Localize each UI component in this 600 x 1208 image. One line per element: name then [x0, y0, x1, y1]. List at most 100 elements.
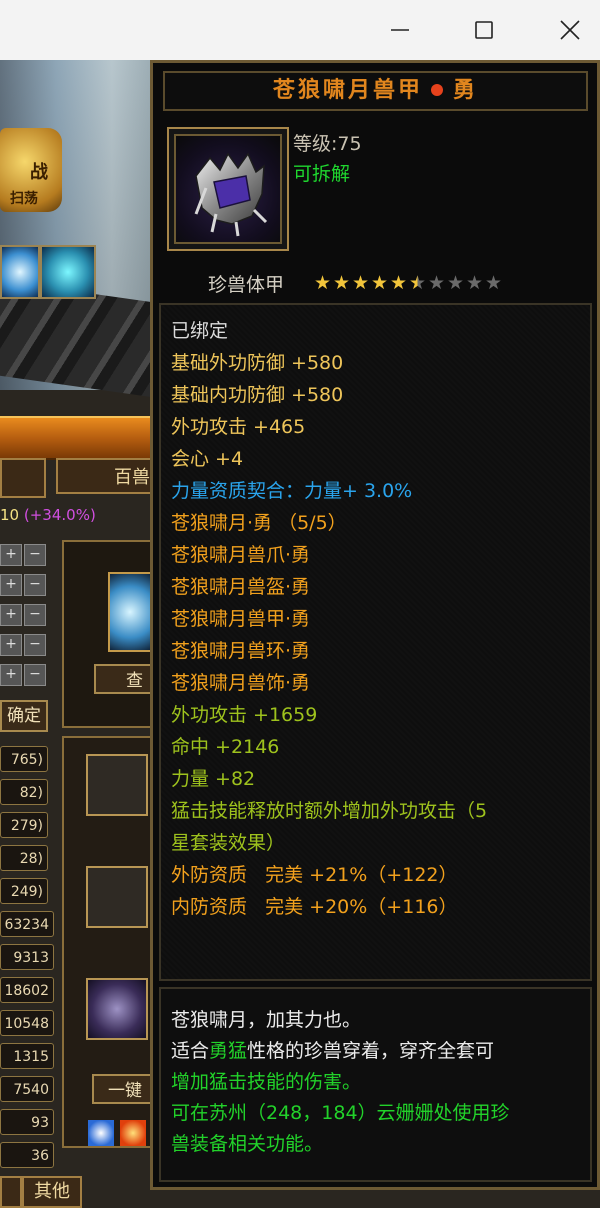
- tab-beast[interactable]: 百兽: [56, 458, 156, 494]
- flavor-line: 增加猛击技能的伤害。: [171, 1071, 362, 1093]
- star-icon: ★: [332, 272, 351, 294]
- attribute-line: 外功攻击 +1659: [171, 704, 318, 726]
- close-icon: [560, 20, 580, 40]
- stat-value: 249): [0, 878, 48, 904]
- attribute-line: 会心 +4: [171, 448, 244, 470]
- equip-slot-armor[interactable]: [86, 866, 148, 928]
- attribute-line: 内防资质 完美 +20%（+116）: [171, 896, 458, 918]
- ice-buff-icon[interactable]: [88, 1120, 114, 1146]
- badge-text: 战: [30, 162, 48, 183]
- star-icon: ★: [351, 272, 370, 294]
- stat-value: 9313: [0, 944, 54, 970]
- stat-value: 7540: [0, 1076, 54, 1102]
- plus-button[interactable]: +: [0, 664, 22, 686]
- close-button[interactable]: [554, 14, 586, 46]
- minus-button[interactable]: −: [24, 574, 46, 596]
- attribute-line: 力量资质契合：力量+ 3.0%: [171, 480, 413, 502]
- battle-badge-icon[interactable]: 扫荡 战: [0, 128, 62, 212]
- item-icon-frame: [167, 127, 289, 251]
- tab-other[interactable]: 其他: [22, 1176, 82, 1208]
- attribute-line: 外防资质 完美 +21%（+122）: [171, 864, 458, 886]
- stat-value: 10548: [0, 1010, 54, 1036]
- attribute-line: 命中 +2146: [171, 736, 280, 758]
- tab-beast-label: 百兽: [114, 467, 150, 488]
- attribute-line: 星套装效果）: [171, 832, 286, 854]
- attribute-line: 苍狼啸月·勇 （5/5）: [171, 512, 347, 534]
- minimize-button[interactable]: [384, 14, 416, 46]
- attribute-line: 猛击技能释放时额外增加外功攻击（5: [171, 800, 488, 822]
- equip-slot-orb[interactable]: [86, 978, 148, 1040]
- value-number: 10: [0, 506, 20, 524]
- star-icon: ★: [313, 272, 332, 294]
- personality-highlight: 勇猛: [209, 1040, 248, 1062]
- attribute-line: 已绑定: [171, 320, 229, 342]
- plus-button[interactable]: +: [0, 634, 22, 656]
- stat-value: 36: [0, 1142, 54, 1168]
- star-icon: ★: [389, 272, 408, 294]
- attribute-list: 已绑定 基础外功防御 +580 基础内功防御 +580 外功攻击 +465 会心 +4 力…: [159, 303, 592, 981]
- tab-left[interactable]: [0, 458, 46, 498]
- minus-button[interactable]: −: [24, 664, 46, 686]
- confirm-label: 确定: [7, 706, 41, 726]
- stat-value: 93: [0, 1109, 54, 1135]
- value-percent: (+34.0%): [23, 506, 96, 524]
- item-type: 珍兽体甲: [208, 274, 285, 296]
- star-icon: ★: [408, 272, 427, 294]
- stat-value: 28): [0, 845, 48, 871]
- panel-header-bar: [0, 416, 160, 460]
- decompose-status: 可拆解: [293, 163, 351, 185]
- stat-value: 63234: [0, 911, 54, 937]
- ice-skill-icon[interactable]: [0, 245, 40, 299]
- stat-value: 82): [0, 779, 48, 805]
- flavor-line: 兽装备相关功能。: [171, 1133, 324, 1155]
- minus-button[interactable]: −: [24, 544, 46, 566]
- value-readout: 10 (+34.0%): [0, 506, 140, 534]
- attribute-line: 苍狼啸月兽饰·勇: [171, 672, 311, 694]
- beast-armor-icon: [174, 134, 282, 244]
- attribute-line: 力量 +82: [171, 768, 256, 790]
- attribute-line: 苍狼啸月兽爪·勇: [171, 544, 311, 566]
- star-rating: ★ ★ ★ ★ ★ ★ ★ ★ ★ ★: [313, 272, 503, 294]
- plus-button[interactable]: +: [0, 604, 22, 626]
- star-icon: ★: [446, 272, 465, 294]
- scene-background: 扫荡 战: [0, 60, 160, 399]
- minus-button[interactable]: −: [24, 604, 46, 626]
- check-label: 查: [126, 671, 143, 691]
- confirm-button[interactable]: 确定: [0, 700, 48, 732]
- attribute-line: 苍狼啸月兽环·勇: [171, 640, 311, 662]
- equip-slot-claw[interactable]: [86, 754, 148, 816]
- tab-prev[interactable]: [0, 1176, 22, 1208]
- item-suffix: 勇: [453, 78, 479, 103]
- one-key-button[interactable]: 一键: [92, 1074, 156, 1104]
- beast-portrait-icon[interactable]: [108, 572, 152, 652]
- star-icon: ★: [465, 272, 484, 294]
- attribute-line: 苍狼啸月兽甲·勇: [171, 608, 311, 630]
- stat-value: 18602: [0, 977, 54, 1003]
- check-button[interactable]: 查: [94, 664, 158, 694]
- fire-buff-icon[interactable]: [120, 1120, 146, 1146]
- minimize-icon: [391, 29, 409, 31]
- stat-value: 765): [0, 746, 48, 772]
- whirl-skill-icon[interactable]: [40, 245, 96, 299]
- tab-other-label: 其他: [34, 1181, 70, 1202]
- item-name: 苍狼啸月兽甲: [272, 78, 423, 103]
- plus-button[interactable]: +: [0, 574, 22, 596]
- minus-button[interactable]: −: [24, 634, 46, 656]
- star-icon: ★: [370, 272, 389, 294]
- badge-subtext: 扫荡: [10, 191, 38, 207]
- attribute-line: 苍狼啸月兽盔·勇: [171, 576, 311, 598]
- flavor-line: 苍狼啸月，加其力也。: [171, 1009, 362, 1031]
- item-title: 苍狼啸月兽甲 勇: [163, 71, 588, 111]
- window-titlebar: [0, 0, 600, 61]
- maximize-button[interactable]: [468, 14, 500, 46]
- flavor-line: 可在苏州（248，184）云姗姗处使用珍: [171, 1102, 510, 1124]
- item-level: 等级:75: [293, 133, 362, 155]
- plus-button[interactable]: +: [0, 544, 22, 566]
- flavor-line: 适合勇猛性格的珍兽穿着，穿齐全套可: [171, 1040, 495, 1062]
- attribute-line: 基础内功防御 +580: [171, 384, 344, 406]
- one-key-label: 一键: [108, 1081, 142, 1101]
- maximize-icon: [475, 21, 493, 39]
- stat-value: 1315: [0, 1043, 54, 1069]
- flavor-text: 苍狼啸月，加其力也。 适合勇猛性格的珍兽穿着，穿齐全套可 增加猛击技能的伤害。 …: [159, 987, 592, 1182]
- star-icon: ★: [484, 272, 503, 294]
